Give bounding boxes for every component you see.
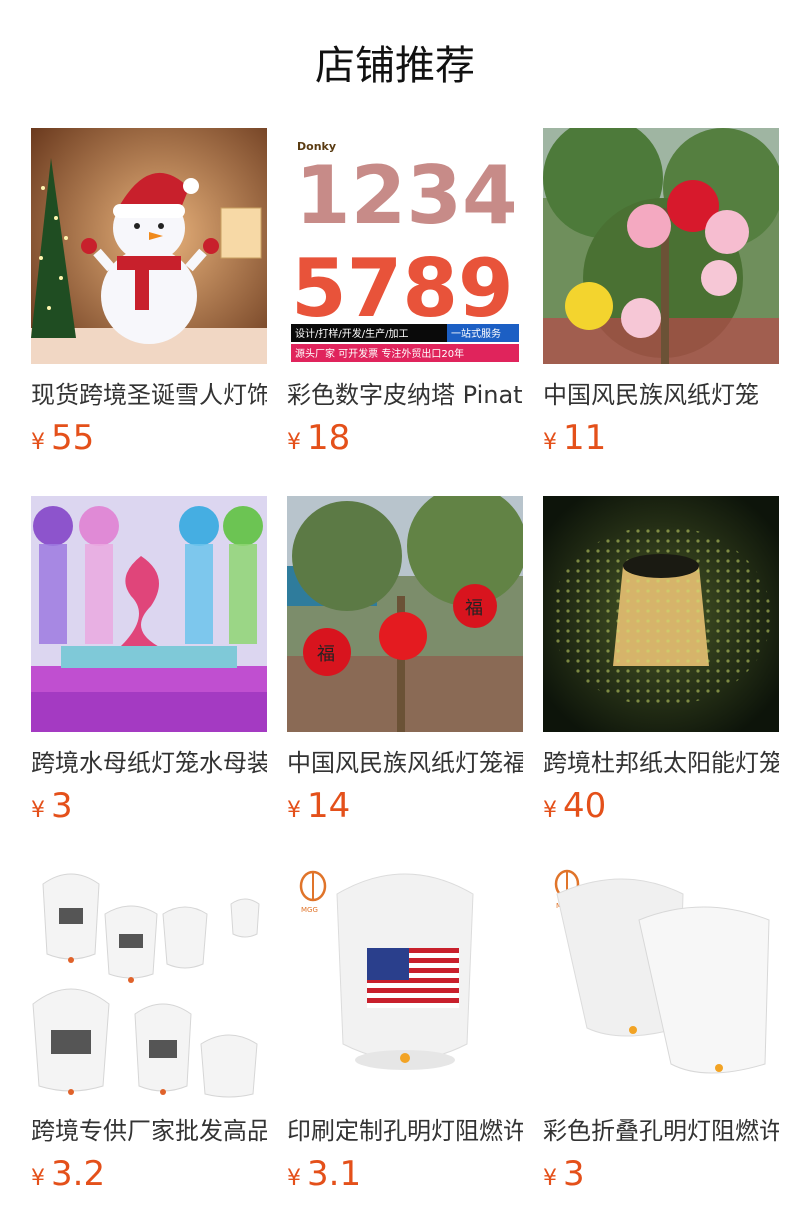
price-value: 3 xyxy=(563,1154,585,1194)
product-name[interactable]: 跨境专供厂家批发高品质孔明灯 xyxy=(31,1114,267,1148)
american-flag-icon xyxy=(367,948,459,1008)
currency-symbol: ¥ xyxy=(287,430,301,455)
currency-symbol: ¥ xyxy=(543,798,557,823)
product-price: ¥55 xyxy=(31,416,94,460)
currency-symbol: ¥ xyxy=(287,798,301,823)
pinata-digits-bottom: 5789 xyxy=(291,242,514,335)
product-card-8[interactable]: MGG 印刷定制孔明灯阻燃许愿灯 ¥3.1 xyxy=(287,864,523,1194)
product-card-9[interactable]: MGG 彩色折叠孔明灯阻燃许愿灯 ¥3 xyxy=(543,864,779,1194)
product-name[interactable]: 跨境水母纸灯笼水母装饰 xyxy=(31,746,267,780)
pinata-digits-top: 1234 xyxy=(295,149,518,242)
product-image-snowman[interactable] xyxy=(31,128,267,364)
product-name[interactable]: 中国风民族风纸灯笼 xyxy=(543,378,779,412)
product-name[interactable]: 彩色数字皮纳塔 Pinata xyxy=(287,378,523,412)
price-value: 3.2 xyxy=(51,1154,106,1194)
product-card-4[interactable]: 跨境水母纸灯笼水母装饰 ¥3 xyxy=(31,496,267,826)
product-card-3[interactable]: 中国风民族风纸灯笼 ¥11 xyxy=(543,128,779,458)
price-value: 18 xyxy=(307,418,351,458)
product-image-solar-lantern[interactable] xyxy=(543,496,779,732)
price-value: 11 xyxy=(563,418,607,458)
currency-symbol: ¥ xyxy=(31,1166,45,1191)
product-name[interactable]: 彩色折叠孔明灯阻燃许愿灯 xyxy=(543,1114,779,1148)
svg-text:源头厂家 可开发票 专注外贸出口20年: 源头厂家 可开发票 专注外贸出口20年 xyxy=(295,347,464,360)
product-image-jellyfish[interactable] xyxy=(31,496,267,732)
product-image-sky-lanterns[interactable] xyxy=(31,864,267,1100)
product-name[interactable]: 现货跨境圣诞雪人灯饰 xyxy=(31,378,267,412)
currency-symbol: ¥ xyxy=(543,430,557,455)
price-value: 14 xyxy=(307,786,351,826)
product-card-2[interactable]: Donky 1234 5789 设计/打样/开发/生产/加工 一站式服务 源头厂… xyxy=(287,128,523,458)
svg-text:MGG: MGG xyxy=(301,906,318,914)
currency-symbol: ¥ xyxy=(543,1166,557,1191)
product-card-1[interactable]: 现货跨境圣诞雪人灯饰 ¥55 xyxy=(31,128,267,458)
currency-symbol: ¥ xyxy=(31,430,45,455)
price-value: 40 xyxy=(563,786,607,826)
product-price: ¥3 xyxy=(31,784,73,828)
product-image-white-lanterns[interactable]: MGG xyxy=(543,864,779,1100)
svg-text:福: 福 xyxy=(317,644,335,665)
price-value: 3.1 xyxy=(307,1154,362,1194)
currency-symbol: ¥ xyxy=(31,798,45,823)
svg-text:福: 福 xyxy=(465,598,483,619)
price-value: 3 xyxy=(51,786,73,826)
product-image-fu-lantern[interactable]: 福 福 xyxy=(287,496,523,732)
product-card-7[interactable]: 跨境专供厂家批发高品质孔明灯 ¥3.2 xyxy=(31,864,267,1194)
product-name[interactable]: 中国风民族风纸灯笼福字 xyxy=(287,746,523,780)
product-price: ¥14 xyxy=(287,784,350,828)
product-price: ¥18 xyxy=(287,416,350,460)
price-value: 55 xyxy=(51,418,95,458)
product-price: ¥3.2 xyxy=(31,1152,105,1196)
product-image-flag-lantern[interactable]: MGG xyxy=(287,864,523,1100)
product-price: ¥3 xyxy=(543,1152,585,1196)
product-image-pinata[interactable]: Donky 1234 5789 设计/打样/开发/生产/加工 一站式服务 源头厂… xyxy=(287,128,523,364)
page-title: 店铺推荐 xyxy=(315,43,475,89)
product-card-6[interactable]: 跨境杜邦纸太阳能灯笼 ¥40 xyxy=(543,496,779,826)
product-card-5[interactable]: 福 福 中国风民族风纸灯笼福字 ¥14 xyxy=(287,496,523,826)
currency-symbol: ¥ xyxy=(287,1166,301,1191)
svg-text:一站式服务: 一站式服务 xyxy=(451,327,501,340)
product-image-lantern-tree[interactable] xyxy=(543,128,779,364)
product-name[interactable]: 跨境杜邦纸太阳能灯笼 xyxy=(543,746,779,780)
product-price: ¥40 xyxy=(543,784,606,828)
product-name[interactable]: 印刷定制孔明灯阻燃许愿灯 xyxy=(287,1114,523,1148)
product-price: ¥11 xyxy=(543,416,606,460)
svg-text:设计/打样/开发/生产/加工: 设计/打样/开发/生产/加工 xyxy=(295,327,408,340)
product-price: ¥3.1 xyxy=(287,1152,361,1196)
